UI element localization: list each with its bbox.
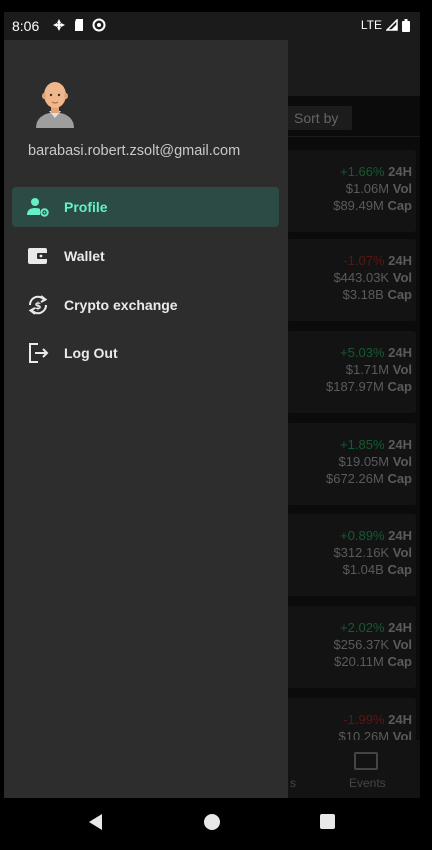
recent-apps-icon[interactable]: [320, 814, 335, 829]
menu-item-wallet[interactable]: Wallet: [12, 236, 279, 276]
status-notification-icons: [52, 18, 106, 32]
menu-item-label: Log Out: [64, 345, 118, 361]
battery-icon: [402, 18, 410, 32]
menu-item-label: Profile: [64, 199, 108, 215]
system-navigation-bar: [0, 798, 432, 850]
back-icon[interactable]: [88, 814, 104, 830]
user-email: barabasi.robert.zsolt@gmail.com: [28, 143, 241, 159]
wallet-icon: [28, 248, 48, 264]
status-bar: 8:06 LTE: [4, 12, 420, 40]
avatar: [36, 82, 74, 128]
menu-item-crypto-exchange[interactable]: $ Crypto exchange: [12, 285, 279, 325]
svg-text:$: $: [35, 301, 42, 312]
sync-icon: [92, 18, 106, 32]
home-icon[interactable]: [204, 814, 220, 830]
fan-icon: [53, 19, 65, 31]
menu-item-log-out[interactable]: Log Out: [12, 333, 279, 373]
app-screen: 8:06 LTE Sort by +1.66% 24H $1.06M Vol $…: [4, 12, 420, 798]
crypto-exchange-icon: $: [28, 295, 48, 315]
menu-item-label: Crypto exchange: [64, 297, 178, 313]
status-time: 8:06: [12, 18, 40, 34]
navigation-drawer: barabasi.robert.zsolt@gmail.com Profile …: [4, 40, 288, 798]
signal-icon: [386, 19, 398, 31]
menu-item-profile[interactable]: Profile: [12, 187, 279, 227]
menu-item-label: Wallet: [64, 248, 105, 264]
sd-card-icon: [75, 19, 83, 31]
logout-icon: [29, 343, 49, 363]
profile-settings-icon: [27, 198, 49, 217]
network-type: LTE: [360, 18, 382, 32]
status-right: LTE: [361, 18, 410, 32]
